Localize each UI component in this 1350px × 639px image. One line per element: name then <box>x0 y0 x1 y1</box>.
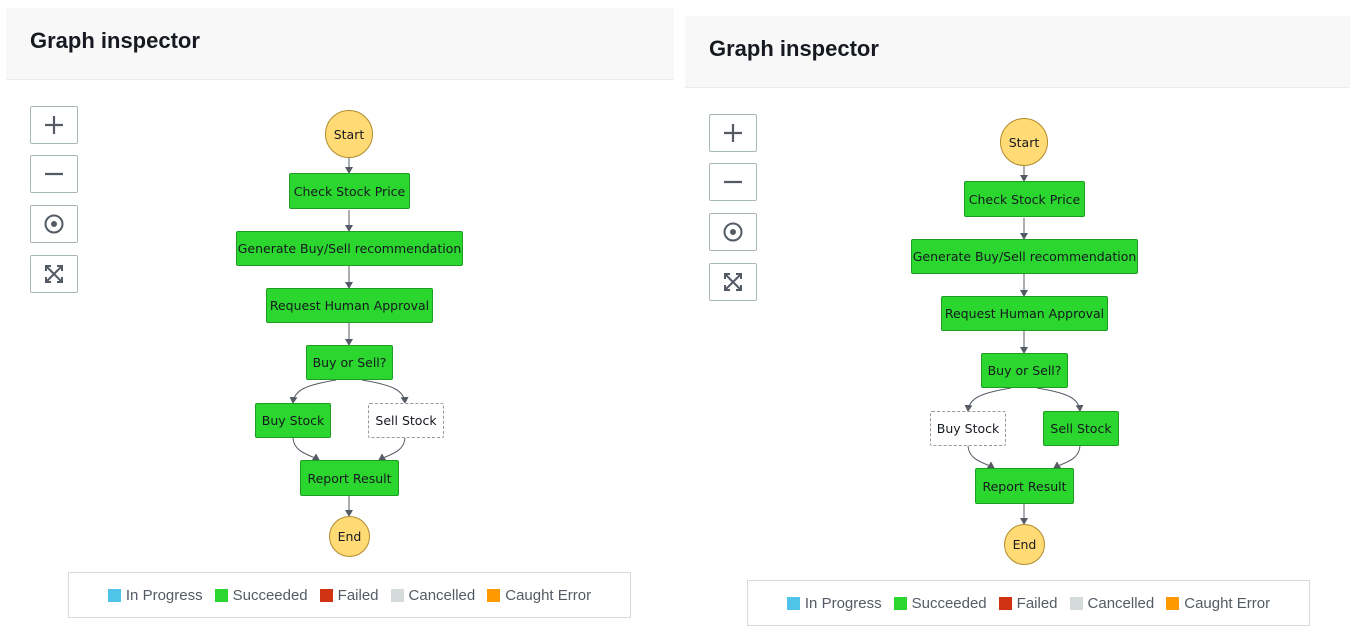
generate-recommendation-node[interactable]: Generate Buy/Sell recommendation <box>911 239 1138 274</box>
node-label: Start <box>1008 134 1040 150</box>
node-label: Check Stock Price <box>293 183 406 199</box>
node-label: End <box>337 529 362 544</box>
buy-or-sell-node[interactable]: Buy or Sell? <box>981 353 1068 388</box>
node-label: Report Result <box>307 470 392 486</box>
legend-item: Succeeded <box>214 586 308 604</box>
end-node[interactable]: End <box>329 516 370 557</box>
legend-swatch <box>1166 596 1180 610</box>
node-label: Buy or Sell? <box>312 355 387 370</box>
legend-item: Caught Error <box>1166 595 1270 612</box>
edge <box>964 387 1012 412</box>
node-label: Buy Stock <box>936 421 1000 436</box>
node-label: Check Stock Price <box>968 191 1081 207</box>
edge <box>1036 387 1084 412</box>
start-node[interactable]: Start <box>325 110 373 158</box>
legend-label: Cancelled <box>1087 594 1155 612</box>
legend-item: Caught Error <box>487 587 591 604</box>
node-label: Start <box>333 126 365 142</box>
report-result-node[interactable]: Report Result <box>300 460 399 496</box>
edge <box>289 379 337 404</box>
legend-item: Succeeded <box>893 594 987 612</box>
legend-swatch <box>998 596 1012 610</box>
legend-item: Cancelled <box>1069 594 1155 612</box>
legend-swatch <box>214 588 228 602</box>
check-stock-price-node[interactable]: Check Stock Price <box>289 173 410 209</box>
request-approval-node[interactable]: Request Human Approval <box>266 288 433 323</box>
node-label: Buy or Sell? <box>987 363 1062 378</box>
legend-swatch <box>893 596 907 610</box>
legend-swatch <box>487 588 501 602</box>
edge <box>361 379 409 404</box>
buy-stock-node[interactable]: Buy Stock <box>255 403 331 438</box>
node-label: Report Result <box>982 478 1067 494</box>
legend-item: Failed <box>319 586 379 604</box>
edge <box>292 437 320 461</box>
state-machine-graph: Start Check Stock Price Generate Buy/Sel… <box>6 0 674 639</box>
legend-swatch <box>390 588 404 602</box>
node-label: End <box>1012 537 1037 552</box>
legend-label: Caught Error <box>505 586 592 604</box>
legend-item: In Progress <box>107 586 203 604</box>
node-label: Sell Stock <box>375 413 437 428</box>
start-node[interactable]: Start <box>1000 118 1048 166</box>
report-result-node[interactable]: Report Result <box>975 468 1074 504</box>
legend-swatch <box>319 588 333 602</box>
node-label: Sell Stock <box>1050 421 1112 436</box>
graph-inspector-panel-1: Graph inspector Start Check Stock Price … <box>6 0 674 639</box>
legend-label: Cancelled <box>408 586 476 604</box>
request-approval-node[interactable]: Request Human Approval <box>941 296 1108 331</box>
node-label: Request Human Approval <box>269 298 430 313</box>
node-label: Buy Stock <box>261 413 325 428</box>
end-node[interactable]: End <box>1004 524 1045 565</box>
status-legend: In Progress Succeeded Failed Cancelled C… <box>68 572 631 618</box>
legend-label: In Progress <box>804 594 882 612</box>
legend-label: Succeeded <box>232 586 308 604</box>
legend-label: Failed <box>337 586 379 604</box>
legend-item: In Progress <box>786 594 882 612</box>
edge <box>378 437 406 461</box>
graph-inspector-panel-2: Graph inspector Start Check Stock Price … <box>685 0 1350 639</box>
generate-recommendation-node[interactable]: Generate Buy/Sell recommendation <box>236 231 463 266</box>
legend-label: Failed <box>1016 594 1058 612</box>
legend-item: Cancelled <box>390 586 476 604</box>
edge <box>967 445 995 469</box>
sell-stock-node[interactable]: Sell Stock <box>1043 411 1119 446</box>
legend-swatch <box>786 596 800 610</box>
check-stock-price-node[interactable]: Check Stock Price <box>964 181 1085 217</box>
legend-swatch <box>107 588 121 602</box>
legend-swatch <box>1069 596 1083 610</box>
node-label: Request Human Approval <box>944 306 1105 321</box>
node-label: Generate Buy/Sell recommendation <box>237 241 462 256</box>
status-legend: In Progress Succeeded Failed Cancelled C… <box>747 580 1310 626</box>
legend-item: Failed <box>998 594 1058 612</box>
legend-label: Caught Error <box>1184 594 1271 612</box>
legend-label: Succeeded <box>911 594 987 612</box>
edge <box>1053 445 1081 469</box>
sell-stock-node[interactable]: Sell Stock <box>368 403 444 438</box>
state-machine-graph: Start Check Stock Price Generate Buy/Sel… <box>685 8 1350 639</box>
node-label: Generate Buy/Sell recommendation <box>912 249 1137 264</box>
buy-stock-node[interactable]: Buy Stock <box>930 411 1006 446</box>
legend-label: In Progress <box>125 586 203 604</box>
buy-or-sell-node[interactable]: Buy or Sell? <box>306 345 393 380</box>
